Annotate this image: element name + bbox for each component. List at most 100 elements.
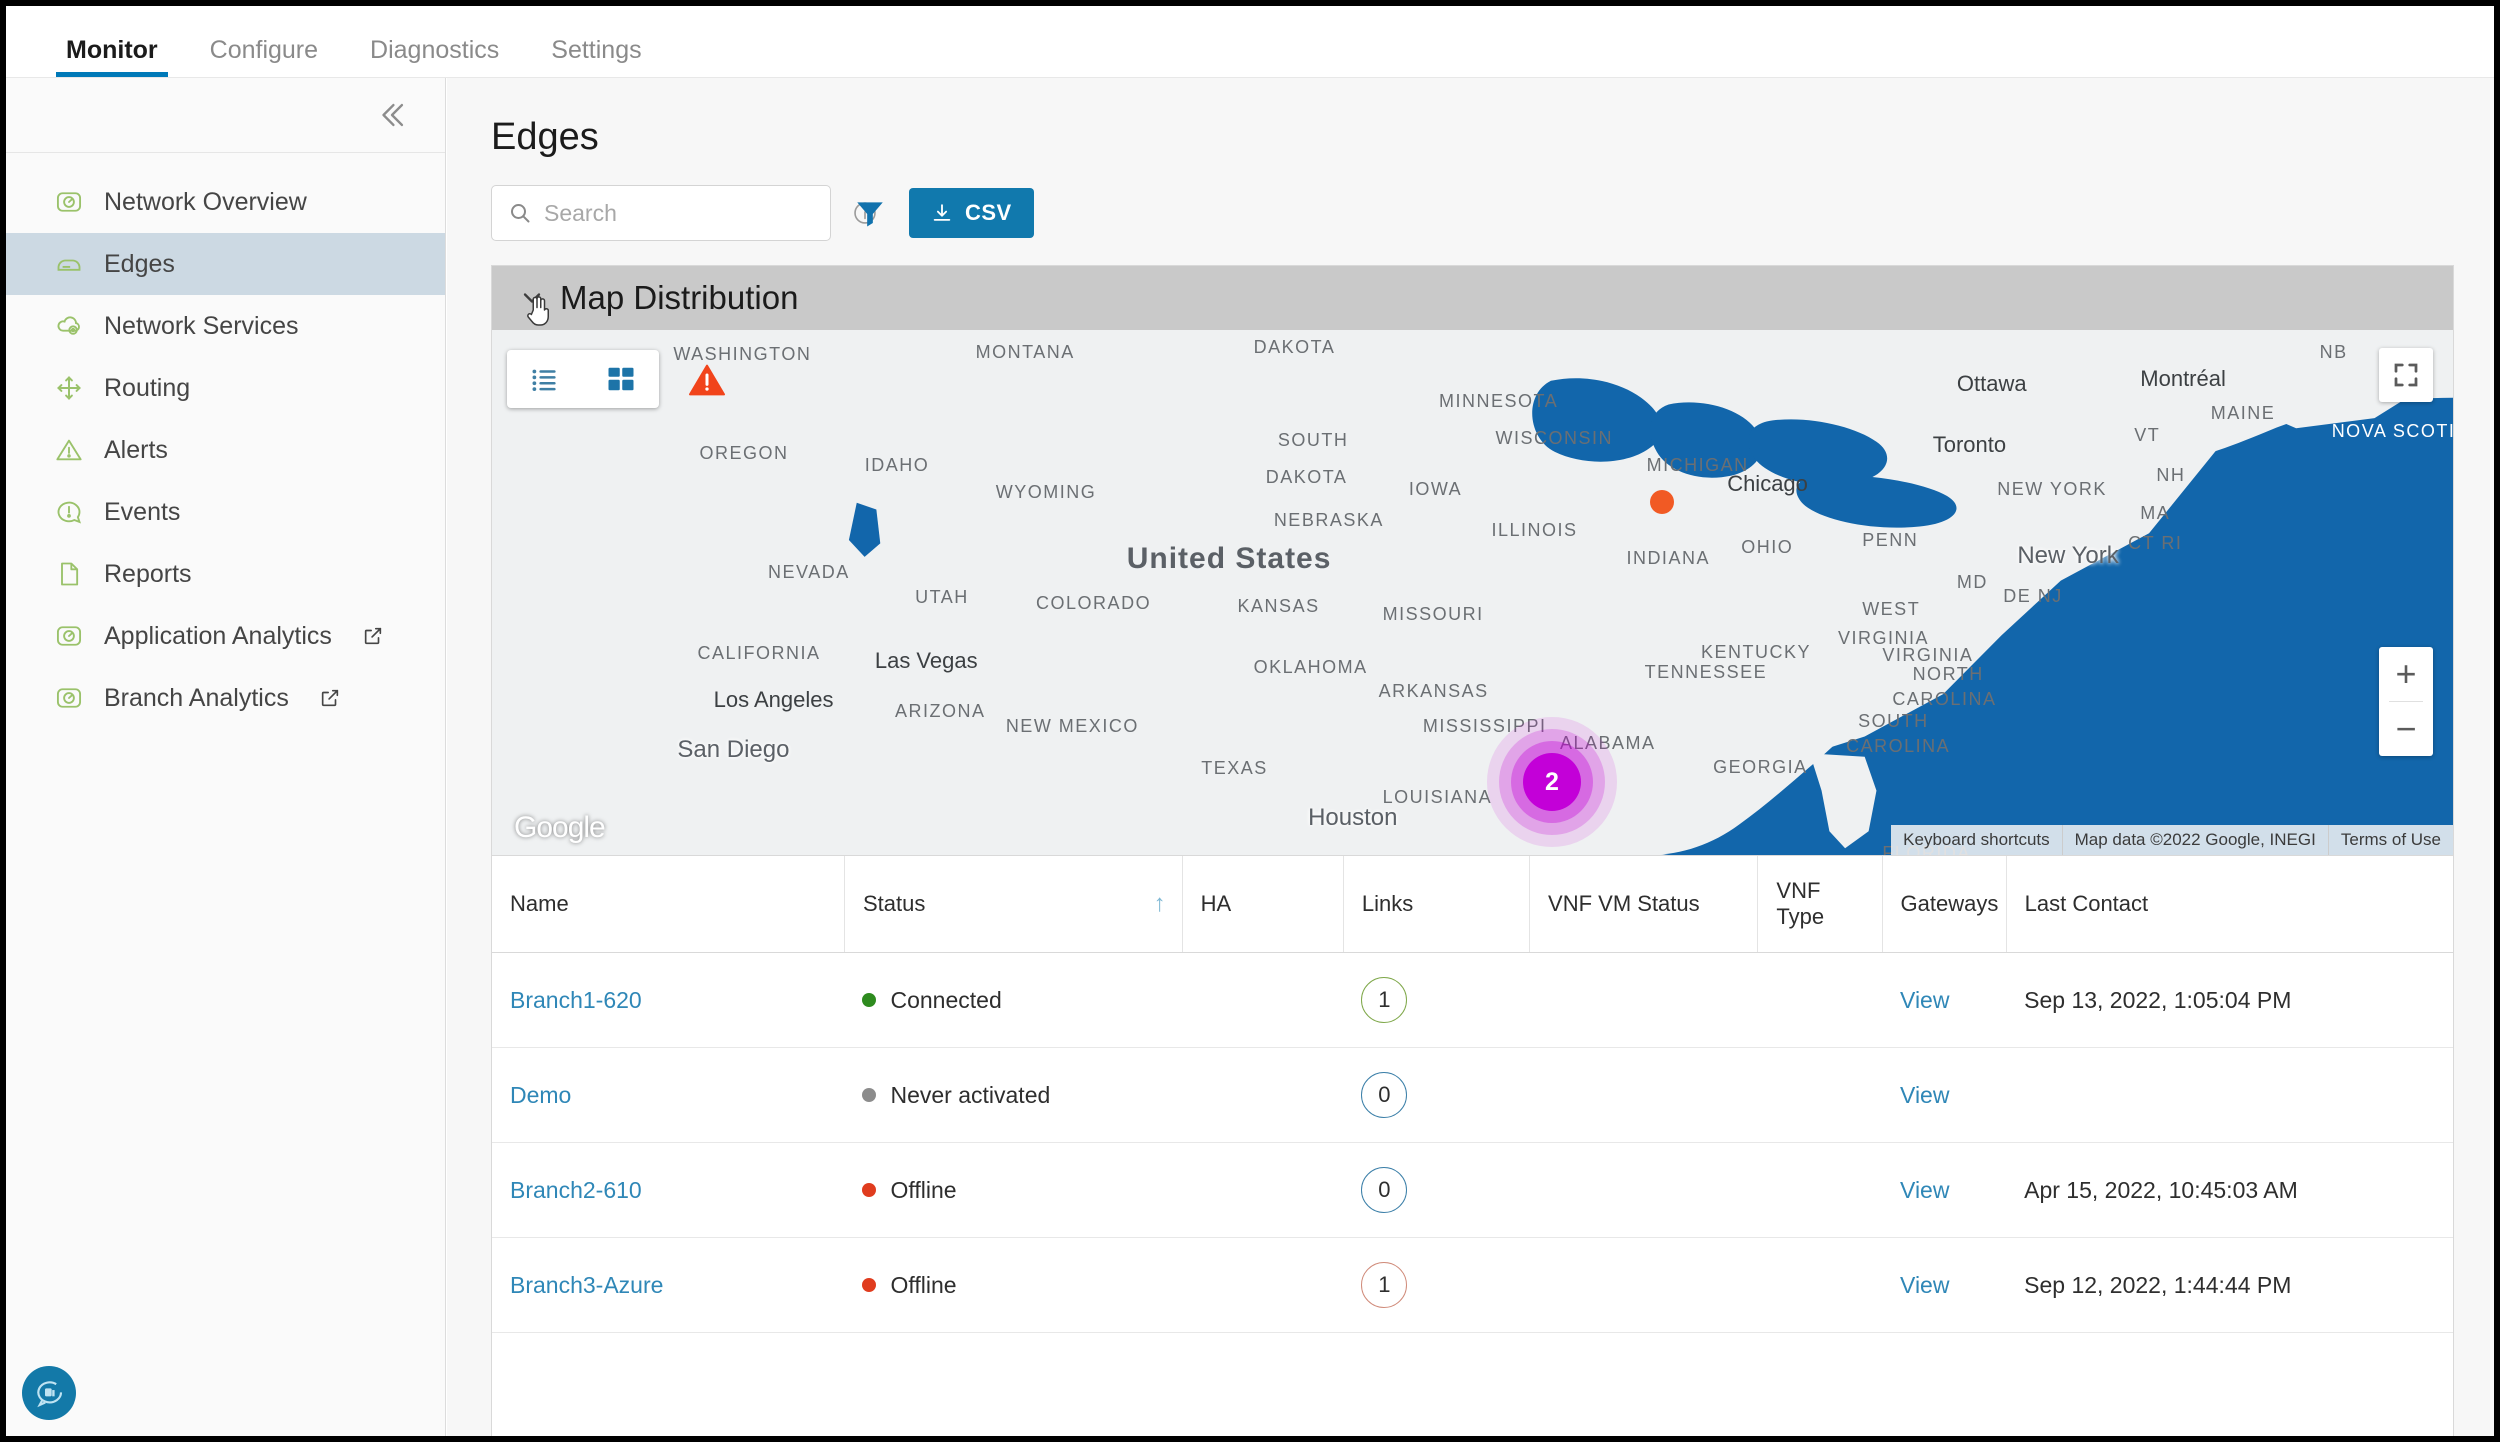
fullscreen-icon <box>2391 360 2421 390</box>
map-zoom-out-button[interactable]: − <box>2379 702 2433 756</box>
sidebar-item-label: Edges <box>104 249 175 278</box>
chevron-double-left-icon[interactable] <box>375 98 409 132</box>
column-header-vnf-type[interactable]: VNF Type <box>1757 856 1883 953</box>
column-header-ha[interactable]: HA <box>1182 856 1344 953</box>
csv-export-button[interactable]: CSV <box>909 188 1034 238</box>
column-header-vnf-vm-status[interactable]: VNF VM Status <box>1529 856 1759 953</box>
minus-icon: − <box>2395 708 2417 749</box>
cloud-gear-icon <box>54 311 84 341</box>
cell-name: Branch3-Azure <box>492 1237 845 1333</box>
sidebar-item-routing[interactable]: Routing <box>6 357 445 419</box>
cell-vnf-vm-status <box>1529 952 1758 1048</box>
table-header-row: Name Status ↑ HA Links VNF VM Status VNF … <box>492 856 2453 953</box>
map-dot-marker[interactable] <box>1650 490 1674 514</box>
search-input[interactable] <box>544 199 840 227</box>
links-count-badge[interactable]: 0 <box>1361 1072 1408 1118</box>
page-title: Edges <box>491 116 599 158</box>
edge-name-link[interactable]: Demo <box>510 1082 571 1108</box>
cell-links: 0 <box>1343 1142 1530 1238</box>
column-label: Gateways <box>1900 891 1999 916</box>
gauge-icon <box>54 621 84 651</box>
column-label: VNF VM Status <box>1548 891 1700 916</box>
links-count-badge[interactable]: 0 <box>1361 1167 1408 1213</box>
column-header-gateways[interactable]: Gateways <box>1882 856 2007 953</box>
keyboard-shortcuts-link[interactable]: Keyboard shortcuts <box>1891 825 2061 855</box>
sidebar-item-branch-analytics[interactable]: Branch Analytics <box>6 667 445 729</box>
cell-status: Connected <box>844 952 1183 1048</box>
table-row[interactable]: Branch3-Azure Offline 1 View Sep 12, 2022, 1… <box>492 1237 2453 1333</box>
speech-alert-icon <box>54 497 84 527</box>
sidebar-item-label: Branch Analytics <box>104 683 289 712</box>
warning-triangle-icon <box>54 435 84 465</box>
sidebar-item-network-overview[interactable]: Network Overview <box>6 171 445 233</box>
chevron-down-icon[interactable] <box>518 284 546 312</box>
map-attribution: Keyboard shortcuts Map data ©2022 Google… <box>1891 825 2453 855</box>
links-count: 1 <box>1378 1272 1391 1297</box>
cell-ha <box>1182 1237 1344 1333</box>
sidebar-item-network-services[interactable]: Network Services <box>6 295 445 357</box>
sidebar-item-label: Network Services <box>104 311 299 340</box>
gateways-view-link[interactable]: View <box>1900 1177 1949 1203</box>
status-indicator-dot <box>862 1278 877 1292</box>
sidebar-item-label: Reports <box>104 559 192 588</box>
terms-of-use-link[interactable]: Terms of Use <box>2327 825 2453 855</box>
table-row[interactable]: Branch1-620 Connected 1 View Sep 13, 2022, 1… <box>492 952 2453 1048</box>
edge-name-link[interactable]: Branch1-620 <box>510 987 642 1013</box>
tab-diagnostics[interactable]: Diagnostics <box>344 38 525 77</box>
links-count-badge[interactable]: 1 <box>1361 977 1408 1023</box>
map-list-view-button[interactable] <box>507 350 583 408</box>
column-header-status[interactable]: Status ↑ <box>844 856 1183 953</box>
map-cluster-marker[interactable]: 2 <box>1523 753 1581 811</box>
links-count-badge[interactable]: 1 <box>1361 1262 1408 1308</box>
document-icon <box>54 559 84 589</box>
map-panel-header[interactable]: Map Distribution <box>492 266 2453 330</box>
search-icon <box>508 201 532 225</box>
sidebar-item-application-analytics[interactable]: Application Analytics <box>6 605 445 667</box>
last-contact-value: Sep 12, 2022, 1:44:44 PM <box>2024 1271 2292 1298</box>
cell-links: 1 <box>1343 952 1530 1048</box>
tab-configure[interactable]: Configure <box>184 38 344 77</box>
column-header-links[interactable]: Links <box>1343 856 1531 953</box>
map-zoom-in-button[interactable]: + <box>2379 647 2433 701</box>
column-header-name[interactable]: Name <box>492 856 845 953</box>
sidebar-collapse-row <box>6 78 445 153</box>
map-canvas[interactable]: WASHINGTON MONTANA DAKOTA MINNESOTA OREGON ID… <box>492 330 2453 855</box>
sidebar-item-label: Events <box>104 497 181 526</box>
cell-vnf-type <box>1757 1047 1883 1143</box>
cell-name: Demo <box>492 1047 845 1143</box>
map-distribution-panel: Map Distribution WASHINGTON MONTANA DAKO… <box>491 265 2454 856</box>
cell-vnf-type <box>1757 1237 1883 1333</box>
edge-name-link[interactable]: Branch2-610 <box>510 1177 642 1203</box>
main-content: Edges CSV <box>447 78 2494 1436</box>
search-box[interactable] <box>491 185 876 241</box>
grid-view-icon <box>606 364 636 394</box>
tab-monitor[interactable]: Monitor <box>40 38 184 77</box>
tab-settings-label: Settings <box>551 36 642 64</box>
table-row[interactable]: Demo Never activated 0 View <box>492 1047 2453 1143</box>
gateways-view-link[interactable]: View <box>1900 987 1949 1013</box>
cell-vnf-type <box>1757 952 1883 1048</box>
status-label: Offline <box>890 1176 957 1203</box>
map-grid-view-button[interactable] <box>583 350 659 408</box>
filter-funnel-icon[interactable] <box>853 196 887 230</box>
plus-icon: + <box>2395 653 2417 694</box>
sidebar-item-alerts[interactable]: Alerts <box>6 419 445 481</box>
gateways-view-link[interactable]: View <box>1900 1272 1949 1298</box>
gauge-icon <box>54 683 84 713</box>
gateways-view-link[interactable]: View <box>1900 1082 1949 1108</box>
column-header-last-contact[interactable]: Last Contact <box>2006 856 2453 953</box>
sidebar-item-label: Application Analytics <box>104 621 332 650</box>
chat-help-button[interactable] <box>22 1366 76 1420</box>
column-label: VNF Type <box>1776 878 1825 929</box>
sidebar-item-reports[interactable]: Reports <box>6 543 445 605</box>
tab-settings[interactable]: Settings <box>525 38 667 77</box>
sidebar-item-edges[interactable]: Edges <box>6 233 445 295</box>
column-label: HA <box>1200 891 1232 916</box>
links-count: 1 <box>1378 987 1391 1012</box>
sidebar-item-events[interactable]: Events <box>6 481 445 543</box>
cell-status: Never activated <box>844 1047 1183 1143</box>
edge-name-link[interactable]: Branch3-Azure <box>510 1272 663 1298</box>
map-alert-triangle-icon[interactable] <box>687 360 727 400</box>
table-row[interactable]: Branch2-610 Offline 0 View Apr 15, 2022, 10:… <box>492 1142 2453 1238</box>
map-fullscreen-button[interactable] <box>2379 348 2433 402</box>
